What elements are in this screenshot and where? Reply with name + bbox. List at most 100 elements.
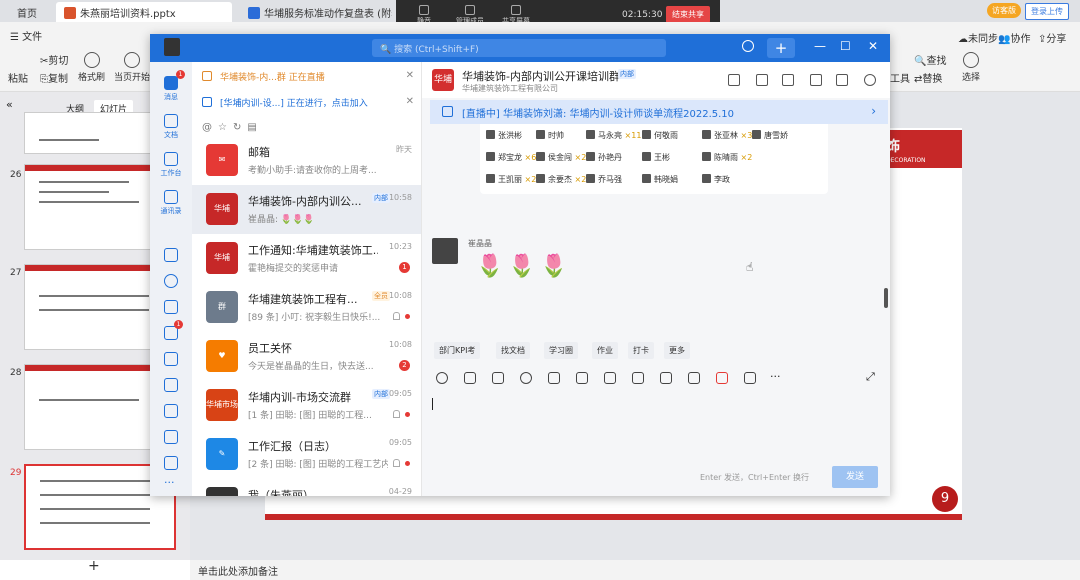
conversation-item[interactable]: 群华埔建筑装饰工程有... 全员 10:08 [89 条] 小叮: 祝李毅生日快乐!.… xyxy=(192,283,421,332)
filter-icons[interactable]: @☆↻▤ xyxy=(202,122,263,133)
emoji-icon[interactable] xyxy=(436,372,448,384)
close-icon[interactable]: ✕ xyxy=(406,70,414,81)
more-icon[interactable]: ··· xyxy=(770,370,781,383)
meeting-banner[interactable]: [华埔内训-设...] 正在进行，点击加入 ✕ xyxy=(192,90,421,116)
unsynced-status[interactable]: ☁未同步 xyxy=(958,30,998,45)
phone-icon[interactable] xyxy=(164,248,178,262)
files-icon[interactable] xyxy=(728,74,740,86)
end-share-button[interactable]: 结束共享 xyxy=(666,6,710,23)
check-icon[interactable] xyxy=(756,74,768,86)
reactor-name[interactable]: 何敬雨 xyxy=(642,130,678,141)
current-start-button[interactable]: 当页开始 xyxy=(114,52,150,83)
maximize-button[interactable]: ☐ xyxy=(840,39,851,53)
share-button[interactable]: ⇪分享 xyxy=(1038,30,1066,45)
scrollbar[interactable] xyxy=(884,288,888,308)
select-button[interactable]: 选择 xyxy=(962,52,980,83)
speaker-icon[interactable] xyxy=(782,74,794,86)
avatar[interactable] xyxy=(164,38,180,56)
collab-button[interactable]: 👥协作 xyxy=(998,30,1030,45)
conversation-item[interactable]: ♥ 员工关怀 10:08 今天是崔晶晶的生日，快去送... 2 xyxy=(192,332,421,381)
conversation-item[interactable]: 华埔市场 华埔内训-市场交流群 内部 09:05 [1 条] 田聪: [图] 田聪的工程… xyxy=(192,381,421,430)
calendar-icon[interactable] xyxy=(604,372,616,384)
login-upload-button[interactable]: 登录上传 xyxy=(1025,3,1069,20)
minimize-button[interactable]: — xyxy=(814,39,826,53)
replace-button[interactable]: ⇄替换 xyxy=(914,70,942,85)
copy-button[interactable]: ⎘复制 xyxy=(40,70,68,85)
reactor-name[interactable]: 张洪彬 xyxy=(486,130,522,141)
scissors-icon[interactable] xyxy=(492,372,504,384)
conversation-item[interactable]: ✎ 工作汇报（日志） 09:05 [2 条] 田聪: [图] 田聪的工程工艺内... xyxy=(192,430,421,479)
reactor-name[interactable]: 郑宝龙 ×65 xyxy=(486,152,541,163)
reactor-name[interactable]: 张亚林 ×3 xyxy=(702,130,752,141)
search-input[interactable]: 🔍 搜索 (Ctrl+Shift+F) xyxy=(372,39,666,57)
mail-icon[interactable] xyxy=(744,372,756,384)
image-icon[interactable] xyxy=(548,372,560,384)
nav-messages[interactable]: 消息 xyxy=(150,76,192,102)
quick-find-doc[interactable]: 找文档 xyxy=(496,342,530,359)
avatar[interactable] xyxy=(432,238,458,264)
checkbox-icon[interactable] xyxy=(632,372,644,384)
message-icon[interactable] xyxy=(810,74,822,86)
reactor-name[interactable]: 王彬 xyxy=(642,152,670,163)
expand-icon[interactable]: ⤢ xyxy=(866,370,875,384)
box-icon[interactable] xyxy=(164,456,178,470)
quick-learning[interactable]: 学习圈 xyxy=(544,342,578,359)
cloud-icon[interactable] xyxy=(164,274,178,288)
cube-icon[interactable] xyxy=(164,378,178,392)
quick-more[interactable]: 更多 xyxy=(664,342,690,359)
reactor-name[interactable]: 唐雪娇 xyxy=(752,130,788,141)
lightning-icon[interactable] xyxy=(164,352,178,366)
gear-icon[interactable] xyxy=(864,74,876,86)
reactor-name[interactable]: 王凯丽 ×2 xyxy=(486,174,536,185)
reactor-name[interactable]: 孙艳丹 xyxy=(586,152,622,163)
conversation-item[interactable]: 华埔 工作通知:华埔建筑装饰工... 10:23 霍艳梅提交的奖惩申请 1 xyxy=(192,234,421,283)
group-name[interactable]: 华埔装饰-内部内训公开课培训群 xyxy=(462,68,620,84)
calendar-icon[interactable] xyxy=(164,300,178,314)
conversation-item[interactable]: 我 我（朱燕丽） 04-29 xyxy=(192,479,421,496)
lightning-icon[interactable] xyxy=(660,372,672,384)
send-button[interactable]: 发送 xyxy=(832,466,878,488)
quick-kpi[interactable]: 部门KPI考 xyxy=(434,342,481,359)
reactor-name[interactable]: 时帅 xyxy=(536,130,564,141)
phone-icon[interactable] xyxy=(688,372,700,384)
close-icon[interactable]: ✕ xyxy=(406,96,414,107)
reactor-name[interactable]: 乔马强 xyxy=(586,174,622,185)
reactor-name[interactable]: 余要杰 ×2 xyxy=(536,174,586,185)
close-button[interactable]: ✕ xyxy=(868,39,878,53)
tab-sheet[interactable]: 华埔服务标准动作复盘表 (附表2) xyxy=(240,2,392,22)
paste-button[interactable]: 粘贴 xyxy=(8,70,28,85)
quick-checkin[interactable]: 打卡 xyxy=(628,342,654,359)
nav-docs[interactable]: 文档 xyxy=(150,114,192,140)
thumbs-up-icon[interactable] xyxy=(464,372,476,384)
format-painter-button[interactable]: 格式刷 xyxy=(78,52,105,83)
live-banner[interactable]: 华埔装饰-内...群 正在直播 ✕ xyxy=(192,64,421,90)
nav-workbench[interactable]: 工作台 xyxy=(150,152,192,178)
message-input[interactable]: Enter 发送，Ctrl+Enter 换行 发送 xyxy=(422,392,890,496)
live-icon[interactable] xyxy=(716,372,728,384)
reactor-name[interactable]: 陈晴雨 ×2 xyxy=(702,152,752,163)
conversation-item[interactable]: 华埔 华埔装饰-内部内训公... 内部 10:58 崔晶晶: 🌷🌷🌷 xyxy=(192,185,421,234)
add-slide-button[interactable]: + xyxy=(88,558,100,574)
mail-icon[interactable] xyxy=(164,404,178,418)
quick-homework[interactable]: 作业 xyxy=(592,342,618,359)
collapse-icon[interactable]: « xyxy=(6,98,13,111)
at-icon[interactable] xyxy=(520,372,532,384)
history-icon[interactable] xyxy=(742,40,754,52)
group-avatar[interactable]: 华埔 xyxy=(432,69,454,91)
find-button[interactable]: 🔍查找 xyxy=(914,52,946,67)
tab-pptx[interactable]: 朱燕丽培训资料.pptx xyxy=(56,2,232,22)
reactor-name[interactable]: 李政 xyxy=(702,174,730,185)
create-button[interactable]: + xyxy=(767,38,795,58)
tools-button[interactable]: 工具 xyxy=(890,70,910,85)
search-icon[interactable] xyxy=(836,74,848,86)
folder-icon[interactable] xyxy=(576,372,588,384)
live-notice[interactable]: [直播中] 华埔装饰刘潇: 华埔内训-设计师谈单流程2022.5.10 › xyxy=(430,100,888,124)
cut-button[interactable]: ✂剪切 xyxy=(40,52,68,67)
link-icon[interactable] xyxy=(164,430,178,444)
notes-area[interactable]: 单击此处添加备注 xyxy=(190,560,1080,580)
tab-home[interactable]: 首页 xyxy=(4,2,50,22)
file-menu[interactable]: ☰ 文件 xyxy=(10,28,42,43)
reactor-name[interactable]: 韩晓娟 xyxy=(642,174,678,185)
conversation-item[interactable]: ✉ 邮箱 昨天 考勤小助手:请查收你的上周考... xyxy=(192,136,421,185)
reactor-name[interactable]: 侯金闯 ×2 xyxy=(536,152,586,163)
